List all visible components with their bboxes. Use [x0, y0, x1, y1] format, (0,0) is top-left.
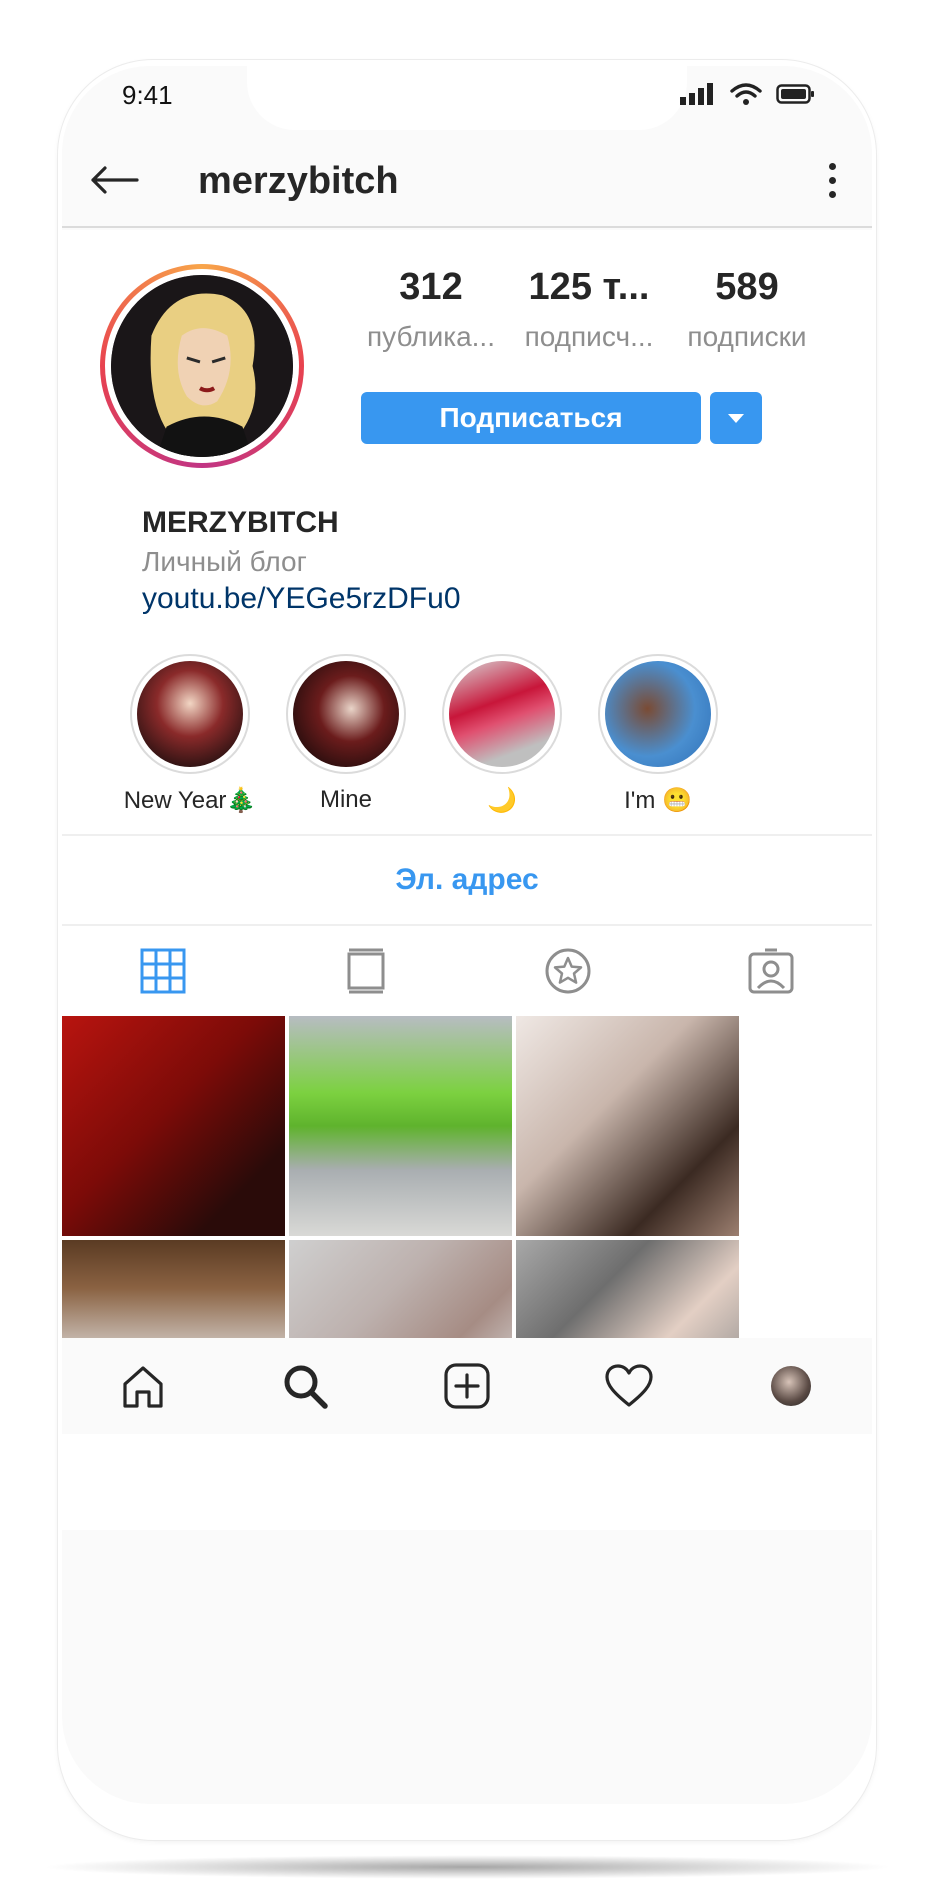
username-title: merzybitch — [198, 160, 399, 202]
stat-followers-count: 125 т... — [528, 266, 650, 308]
more-dot-icon — [828, 176, 836, 184]
highlight-thumbnail — [137, 661, 243, 767]
bio-link[interactable]: youtu.be/YEGe5rzDFu0 — [142, 582, 461, 616]
notch — [247, 66, 687, 130]
home-icon — [123, 1366, 163, 1408]
nav-home[interactable] — [62, 1362, 224, 1410]
bio-category: Личный блог — [142, 546, 307, 577]
highlight-label: Mine — [319, 786, 373, 813]
highlight-label: New Year🎄 — [123, 787, 257, 814]
story-highlights: New Year🎄 Mine 🌙 I'm 😬 — [62, 654, 872, 834]
nav-add[interactable] — [386, 1362, 548, 1410]
highlight-item[interactable]: 🌙 — [422, 654, 582, 815]
heart-icon — [605, 1364, 653, 1407]
post-thumbnail[interactable] — [516, 1016, 739, 1236]
highlight-label: I'm 😬 — [624, 787, 692, 814]
tab-featured[interactable] — [467, 926, 670, 1016]
back-button[interactable] — [84, 156, 144, 204]
stat-posts[interactable]: 312 публика... — [352, 266, 510, 353]
highlight-item[interactable]: I'm 😬 — [578, 654, 738, 815]
highlight-thumbnail — [605, 661, 711, 767]
nav-profile[interactable] — [710, 1366, 872, 1406]
suggestions-dropdown-button[interactable] — [710, 392, 762, 444]
wifi-icon — [730, 82, 762, 111]
stat-followers-label: подписч... — [524, 321, 654, 352]
stat-following[interactable]: 589 подписки — [668, 266, 826, 353]
search-icon — [284, 1365, 328, 1409]
highlight-label: 🌙 — [487, 787, 517, 814]
follow-button[interactable]: Подписаться — [361, 392, 701, 444]
highlight-item[interactable]: New Year🎄 — [110, 654, 270, 815]
tab-igtv[interactable] — [265, 926, 468, 1016]
post-thumbnail[interactable] — [289, 1016, 512, 1236]
star-icon — [545, 948, 591, 994]
more-dot-icon — [828, 190, 836, 198]
profile-avatar[interactable] — [100, 264, 304, 468]
stat-posts-count: 312 — [399, 266, 463, 308]
highlight-thumbnail — [449, 661, 555, 767]
bio-name: MERZYBITCH — [142, 506, 339, 539]
stat-following-label: подписки — [687, 321, 807, 352]
status-time: 9:41 — [122, 80, 173, 110]
profile-stats: 312 публика... 125 т... подписч... 589 п… — [352, 266, 852, 353]
battery-icon — [776, 83, 816, 110]
arrow-left-icon — [91, 166, 139, 194]
tab-grid[interactable] — [62, 926, 265, 1016]
profile-header: merzybitch — [62, 132, 872, 228]
profile-avatar-icon — [771, 1366, 811, 1406]
signal-icon — [680, 83, 716, 110]
igtv-icon — [347, 948, 385, 994]
highlight-thumbnail — [293, 661, 399, 767]
grid-icon — [140, 948, 186, 994]
nav-activity[interactable] — [548, 1363, 710, 1409]
avatar-image — [111, 275, 293, 457]
tagged-icon — [748, 948, 794, 994]
bottom-nav — [62, 1338, 872, 1434]
post-thumbnail[interactable] — [62, 1016, 285, 1236]
caret-down-icon — [728, 413, 744, 423]
profile-tabs — [62, 926, 872, 1016]
status-icons — [680, 82, 816, 111]
highlight-item[interactable]: Mine — [266, 654, 426, 814]
tab-tagged[interactable] — [670, 926, 873, 1016]
stat-following-count: 589 — [715, 266, 779, 308]
email-button[interactable]: Эл. адрес — [62, 836, 872, 924]
more-options-button[interactable] — [814, 158, 850, 202]
nav-search[interactable] — [224, 1362, 386, 1410]
screen: 9:41 merzybitch 312 публика... 125 т... … — [62, 66, 872, 1804]
stat-posts-label: публика... — [366, 321, 495, 352]
more-dot-icon — [828, 162, 836, 170]
profile-content: 312 публика... 125 т... подписч... 589 п… — [62, 230, 872, 1530]
stat-followers[interactable]: 125 т... подписч... — [510, 266, 668, 353]
email-button-label: Эл. адрес — [395, 863, 539, 896]
add-icon — [444, 1363, 490, 1409]
phone-shadow — [40, 1855, 895, 1879]
